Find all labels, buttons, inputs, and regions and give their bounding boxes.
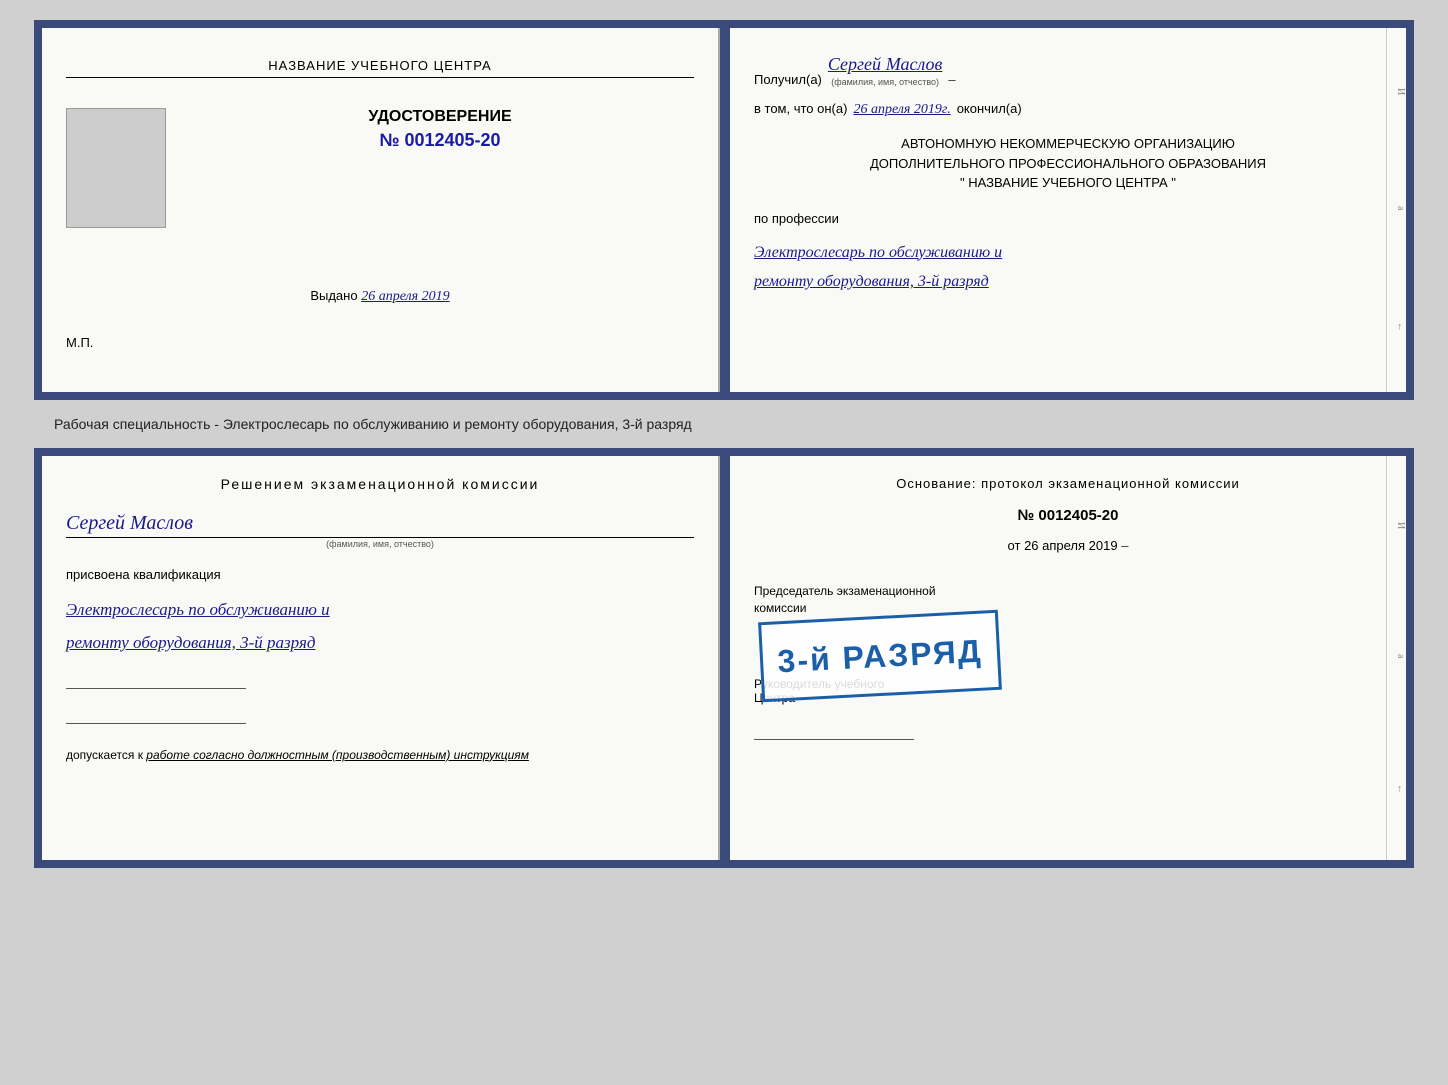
vtom-line: в том, что он(а) 26 апреля 2019г. окончи…	[754, 101, 1382, 118]
cert-number-1: № 0012405-20	[186, 130, 694, 151]
ot-date-value: 26 апреля 2019	[1024, 538, 1118, 553]
sidebar-char-5: а	[1387, 654, 1406, 658]
spine-divider-1	[720, 28, 730, 392]
sig-line-right	[754, 739, 914, 740]
page-right-1: Получил(а) Сергей Маслов (фамилия, имя, …	[730, 28, 1406, 392]
ot-label: от	[1008, 538, 1021, 553]
page2-left: Решением экзаменационной комиссии Сергей…	[42, 456, 720, 860]
qualification-line2: ремонту оборудования, 3-й разряд	[66, 629, 694, 658]
dopuskaetsya-value: работе согласно должностным (производств…	[146, 748, 529, 762]
fio-line	[66, 537, 694, 538]
sidebar-char-6: ←	[1387, 784, 1406, 794]
person-name-block: Сергей Маслов (фамилия, имя, отчество)	[66, 512, 694, 549]
vtom-label: в том, что он(а)	[754, 101, 847, 116]
sidebar-char-4: И	[1387, 522, 1406, 529]
school-title-1: НАЗВАНИЕ УЧЕБНОГО ЦЕНТРА	[66, 58, 694, 78]
prisvoena-text: присвоена квалификация	[66, 567, 694, 582]
document-container: НАЗВАНИЕ УЧЕБНОГО ЦЕНТРА УДОСТОВЕРЕНИЕ №…	[34, 20, 1414, 868]
page-left-1: НАЗВАНИЕ УЧЕБНОГО ЦЕНТРА УДОСТОВЕРЕНИЕ №…	[42, 28, 720, 392]
protocol-number: № 0012405-20	[754, 507, 1382, 524]
udostoverenie-label: УДОСТОВЕРЕНИЕ	[186, 108, 694, 126]
profession-line2: ремонту оборудования, 3-й разряд	[754, 269, 1382, 295]
ot-date: от 26 апреля 2019 –	[754, 538, 1382, 553]
dopuskaetsya-label: допускается к	[66, 748, 143, 762]
page2-right: Основание: протокол экзаменационной коми…	[730, 456, 1406, 860]
predsedatel-text: Председатель экзаменационной комиссии	[754, 583, 1382, 617]
dash-1: –	[948, 72, 955, 87]
cert-left-inner: НАЗВАНИЕ УЧЕБНОГО ЦЕНТРА УДОСТОВЕРЕНИЕ №…	[66, 48, 694, 350]
mp-label: М.П.	[66, 335, 93, 350]
qualification-line1: Электрослесарь по обслуживанию и	[66, 596, 694, 625]
vtom-date: 26 апреля 2019г.	[853, 102, 950, 118]
predsedatel-label: Председатель экзаменационной комиссии	[754, 583, 1382, 617]
qualification-block: Электрослесарь по обслуживанию и ремонту…	[66, 592, 694, 658]
photo-placeholder	[66, 108, 166, 228]
okonchil-label: окончил(а)	[957, 101, 1022, 116]
org-block: АВТОНОМНУЮ НЕКОММЕРЧЕСКУЮ ОРГАНИЗАЦИЮ ДО…	[754, 134, 1382, 193]
cert-issued: Выдано 26 апреля 2019	[66, 288, 694, 305]
fio-subtitle: (фамилия, имя, отчество)	[66, 539, 694, 549]
signature-line-1	[66, 688, 246, 689]
org-line3: " НАЗВАНИЕ УЧЕБНОГО ЦЕНТРА "	[754, 173, 1382, 193]
stamp-box: 3-й РАЗРЯД	[758, 610, 1002, 702]
profession-block: Электрослесарь по обслуживанию и ремонту…	[754, 236, 1382, 295]
cert-middle: УДОСТОВЕРЕНИЕ № 0012405-20	[66, 108, 694, 248]
person-name-handwritten: Сергей Маслов	[66, 512, 193, 534]
certificate-book-2: Решением экзаменационной комиссии Сергей…	[34, 448, 1414, 868]
osnovanie-text: Основание: протокол экзаменационной коми…	[754, 476, 1382, 491]
dopuskaetsya-text: допускается к работе согласно должностны…	[66, 748, 694, 762]
po-professii-label: по профессии	[754, 211, 1382, 226]
org-line2: ДОПОЛНИТЕЛЬНОГО ПРОФЕССИОНАЛЬНОГО ОБРАЗО…	[754, 154, 1382, 174]
stamp-text: 3-й РАЗРЯД	[777, 632, 984, 680]
dash-2: –	[1121, 538, 1128, 553]
certificate-book-1: НАЗВАНИЕ УЧЕБНОГО ЦЕНТРА УДОСТОВЕРЕНИЕ №…	[34, 20, 1414, 400]
signature-line-2	[66, 723, 246, 724]
spine-divider-2	[720, 456, 730, 860]
name-subtitle-1: (фамилия, имя, отчество)	[831, 77, 939, 87]
sidebar-char-2: а	[1387, 206, 1406, 210]
received-label: Получил(а)	[754, 72, 822, 87]
vydano-label: Выдано	[310, 288, 357, 303]
sidebar-char-1: И	[1387, 88, 1406, 95]
received-line: Получил(а) Сергей Маслов (фамилия, имя, …	[754, 54, 1382, 87]
right-sidebar-1: И а ←	[1386, 28, 1406, 392]
middle-text: Рабочая специальность - Электрослесарь п…	[34, 416, 692, 432]
received-name: Сергей Маслов	[828, 54, 942, 76]
vydano-date: 26 апреля 2019	[361, 289, 449, 304]
cert-text-center: УДОСТОВЕРЕНИЕ № 0012405-20	[186, 108, 694, 248]
org-line1: АВТОНОМНУЮ НЕКОММЕРЧЕСКУЮ ОРГАНИЗАЦИЮ	[754, 134, 1382, 154]
sidebar-char-3: ←	[1387, 322, 1406, 332]
right-sidebar-2: И а ←	[1386, 456, 1406, 860]
resheniyem-title: Решением экзаменационной комиссии	[66, 476, 694, 492]
profession-line1: Электрослесарь по обслуживанию и	[754, 240, 1382, 266]
